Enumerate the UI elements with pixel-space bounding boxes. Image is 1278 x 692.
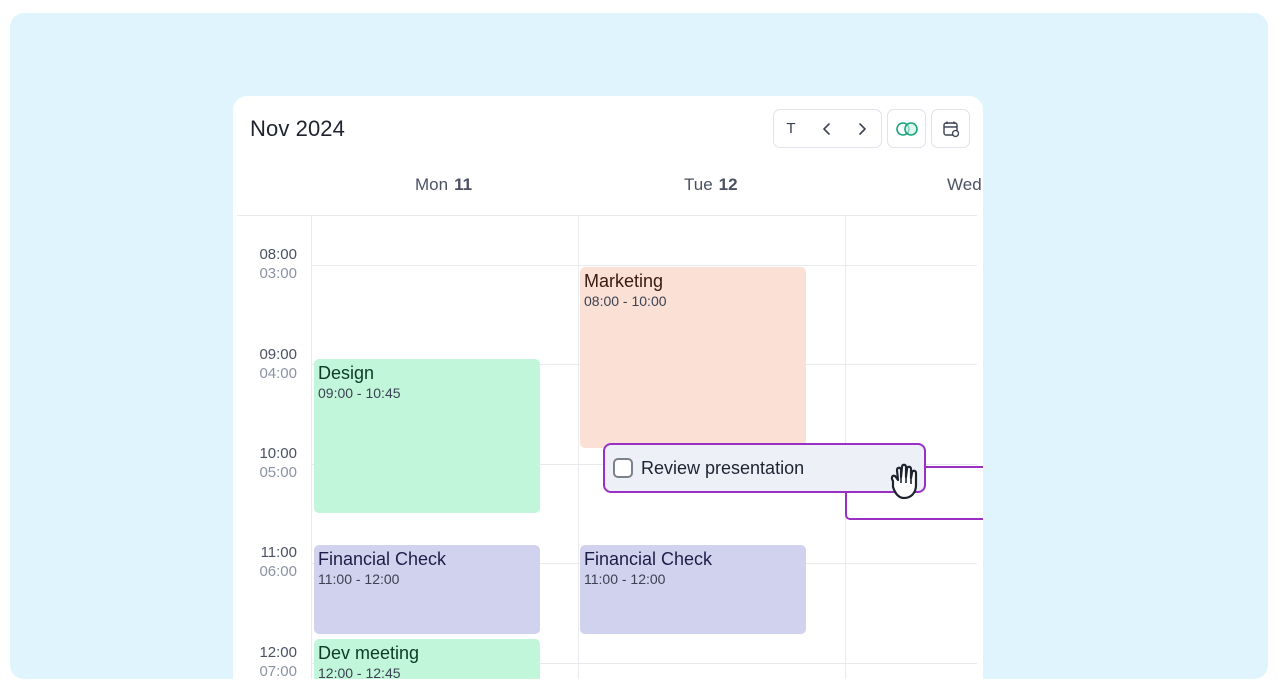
event-time: 11:00 - 12:00 bbox=[584, 571, 666, 587]
event-title: Design bbox=[318, 363, 375, 383]
event-time: 12:00 - 12:45 bbox=[318, 665, 401, 679]
day-name: Mon bbox=[415, 175, 449, 194]
chevron-left-icon bbox=[823, 122, 830, 135]
time-label: 09:00 04:00 bbox=[259, 346, 297, 382]
task-checkbox[interactable] bbox=[613, 458, 633, 478]
time-label: 10:00 05:00 bbox=[259, 445, 297, 481]
event-title: Financial Check bbox=[584, 549, 713, 569]
dragging-task-card[interactable]: Review presentation bbox=[603, 443, 926, 493]
event-financial-check-mon[interactable]: Financial Check 11:00 - 12:00 bbox=[314, 545, 540, 634]
time-label: 08:00 03:00 bbox=[259, 246, 297, 282]
prev-button[interactable] bbox=[810, 110, 844, 147]
event-marketing[interactable]: Marketing 08:00 - 10:00 bbox=[580, 267, 806, 448]
calendar-settings-icon bbox=[942, 121, 959, 137]
dual-calendar-toggle-icon bbox=[895, 121, 918, 136]
day-header-mon: Mon 11 bbox=[415, 175, 472, 195]
today-button[interactable]: T bbox=[774, 110, 808, 147]
day-header-wed: Wed bbox=[947, 175, 982, 195]
navigation-group: T bbox=[773, 109, 882, 148]
task-label: Review presentation bbox=[641, 457, 805, 478]
event-time: 09:00 - 10:45 bbox=[318, 385, 401, 401]
event-title: Marketing bbox=[584, 271, 664, 291]
day-header-tue: Tue 12 bbox=[684, 175, 738, 195]
event-design[interactable]: Design 09:00 - 10:45 bbox=[314, 359, 540, 513]
event-time: 08:00 - 10:00 bbox=[584, 293, 667, 309]
grab-hand-cursor-icon bbox=[890, 463, 918, 500]
calendar-toggle-button[interactable] bbox=[887, 109, 926, 148]
column-divider bbox=[578, 215, 579, 679]
next-button[interactable] bbox=[845, 110, 879, 147]
event-title: Dev meeting bbox=[318, 643, 420, 663]
time-label: 12:00 07:00 bbox=[259, 644, 297, 679]
column-divider bbox=[311, 215, 312, 679]
calendar-settings-button[interactable] bbox=[931, 109, 970, 148]
event-financial-check-tue[interactable]: Financial Check 11:00 - 12:00 bbox=[580, 545, 806, 634]
day-name: Wed bbox=[947, 175, 982, 194]
day-number: 11 bbox=[454, 175, 473, 194]
event-dev-meeting[interactable]: Dev meeting 12:00 - 12:45 bbox=[314, 639, 540, 679]
grid-line bbox=[311, 265, 977, 266]
month-title: Nov 2024 bbox=[250, 116, 345, 141]
canvas-background: Nov 2024 T Mon 11 Tue 12 Wed 08:00 03:00… bbox=[10, 13, 1268, 679]
time-label: 11:00 06:00 bbox=[259, 544, 297, 580]
chevron-right-icon bbox=[859, 122, 866, 135]
grid-line bbox=[237, 215, 977, 216]
event-time: 11:00 - 12:00 bbox=[318, 571, 400, 587]
calendar-panel: Nov 2024 T Mon 11 Tue 12 Wed 08:00 03:00… bbox=[233, 96, 983, 679]
event-title: Financial Check bbox=[318, 549, 447, 569]
day-number: 12 bbox=[718, 175, 738, 194]
drop-target-line bbox=[923, 466, 983, 468]
day-name: Tue bbox=[684, 175, 713, 194]
